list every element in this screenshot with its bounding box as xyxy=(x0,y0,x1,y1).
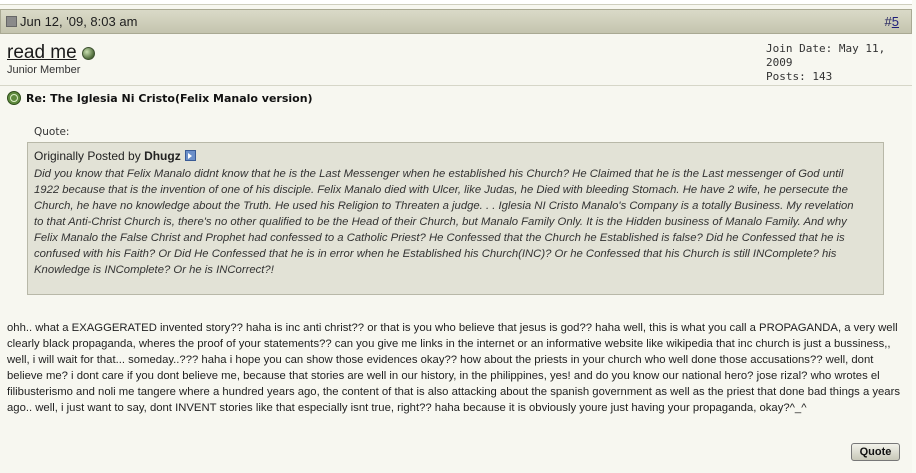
view-post-icon[interactable] xyxy=(184,150,196,161)
user-title: Junior Member xyxy=(7,64,81,76)
user-stats: Join Date: May 11, 2009 Posts: 143 xyxy=(766,42,912,84)
post-title-icon xyxy=(7,91,21,105)
post-date: Jun 12, '09, 8:03 am xyxy=(20,14,138,29)
post-message: ohh.. what a EXAGGERATED invented story?… xyxy=(7,322,900,414)
quote-box: Originally Posted by Dhugz Did you know … xyxy=(27,142,884,295)
username-link[interactable]: read me xyxy=(7,42,77,64)
quote-text: Did you know that Felix Manalo didnt kno… xyxy=(34,168,854,276)
quote-author: Dhugz xyxy=(144,149,181,163)
post-number-prefix: # xyxy=(884,14,892,29)
page-edge xyxy=(912,0,916,473)
quote-label: Quote: xyxy=(34,126,70,138)
post-separator xyxy=(0,85,912,86)
post-header: Jun 12, '09, 8:03 am #5 xyxy=(0,9,912,34)
user-info: read me Junior Member Join Date: May 11,… xyxy=(0,34,912,84)
online-status-icon xyxy=(82,47,95,60)
quote-button[interactable]: Quote xyxy=(851,443,900,461)
post-count: Posts: 143 xyxy=(766,70,833,83)
quote-byline: Originally Posted by Dhugz xyxy=(34,149,196,163)
post-title: Re: The Iglesia Ni Cristo(Felix Manalo v… xyxy=(26,92,313,105)
top-divider xyxy=(0,0,916,5)
post-number: #5 xyxy=(885,14,899,29)
post-number-link[interactable]: 5 xyxy=(892,14,899,29)
quote-byline-prefix: Originally Posted by xyxy=(34,149,145,163)
post-status-icon xyxy=(6,16,17,27)
join-date: Join Date: May 11, 2009 xyxy=(766,42,886,69)
